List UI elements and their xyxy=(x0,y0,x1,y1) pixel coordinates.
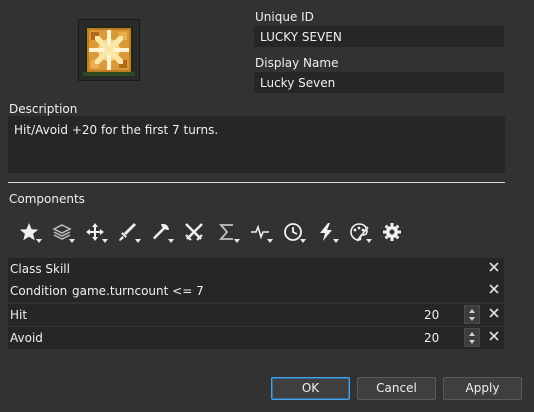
toolbar-base-button[interactable] xyxy=(16,218,46,246)
component-row-class-skill: Class Skill xyxy=(8,258,504,280)
dropdown-arrow-icon xyxy=(36,239,42,243)
dropdown-arrow-icon xyxy=(135,239,141,243)
spin-up-icon[interactable] xyxy=(469,332,475,336)
dropdown-arrow-icon xyxy=(366,239,372,243)
toolbar-axe-button[interactable] xyxy=(148,218,178,246)
cancel-button[interactable]: Cancel xyxy=(357,377,436,400)
close-icon[interactable] xyxy=(486,326,502,346)
crossed-swords-icon xyxy=(185,223,203,241)
spin-up-icon[interactable] xyxy=(469,309,475,313)
toolbar-layers-button[interactable] xyxy=(49,218,79,246)
toolbar-weapon-button[interactable] xyxy=(115,218,145,246)
hit-spinner[interactable] xyxy=(464,305,480,324)
avoid-spinner[interactable] xyxy=(464,328,480,347)
close-icon[interactable] xyxy=(486,303,502,323)
toolbar-status-button[interactable] xyxy=(247,218,277,246)
component-row-avoid: Avoid 20 xyxy=(8,327,504,349)
display-name-label: Display Name xyxy=(255,56,339,70)
skill-editor: Unique ID LUCKY SEVEN Display Name Lucky… xyxy=(0,0,534,412)
dropdown-arrow-icon xyxy=(234,239,240,243)
toolbar-aesthetic-button[interactable] xyxy=(346,218,376,246)
skill-icon[interactable] xyxy=(78,19,140,81)
spin-down-icon[interactable] xyxy=(469,317,475,321)
condition-input[interactable]: game.turncount <= 7 xyxy=(72,284,204,298)
display-name-field[interactable]: Lucky Seven xyxy=(254,72,504,93)
component-name: Hit xyxy=(10,308,28,322)
component-row-hit: Hit 20 xyxy=(8,304,504,326)
dropdown-arrow-icon xyxy=(300,239,306,243)
spin-down-icon[interactable] xyxy=(469,340,475,344)
component-name: Avoid xyxy=(10,331,43,345)
apply-button[interactable]: Apply xyxy=(443,377,522,400)
component-name: Condition xyxy=(10,284,68,298)
dropdown-arrow-icon xyxy=(333,239,339,243)
unique-id-field[interactable]: LUCKY SEVEN xyxy=(254,26,504,47)
description-label: Description xyxy=(9,102,78,116)
ok-button[interactable]: OK xyxy=(271,377,350,400)
dropdown-arrow-icon xyxy=(168,239,174,243)
component-name: Class Skill xyxy=(10,262,70,276)
toolbar-movement-button[interactable] xyxy=(82,218,112,246)
section-divider xyxy=(8,182,505,183)
toolbar-combat-button[interactable] xyxy=(181,218,211,246)
toolbar-time-button[interactable] xyxy=(280,218,310,246)
component-row-condition: Condition game.turncount <= 7 xyxy=(8,280,504,302)
unique-id-label: Unique ID xyxy=(255,10,314,24)
avoid-value-input[interactable]: 20 xyxy=(424,331,439,345)
toolbar-advanced-button[interactable] xyxy=(379,218,409,246)
hit-value-input[interactable]: 20 xyxy=(424,308,439,322)
description-textarea[interactable]: Hit/Avoid +20 for the first 7 turns. xyxy=(8,116,505,173)
sparkle-skill-icon xyxy=(83,26,135,76)
components-label: Components xyxy=(9,192,85,206)
close-icon[interactable] xyxy=(486,257,502,277)
close-icon[interactable] xyxy=(486,279,502,299)
gear-icon xyxy=(383,223,401,241)
toolbar-charge-button[interactable] xyxy=(313,218,343,246)
dropdown-arrow-icon xyxy=(102,239,108,243)
dropdown-arrow-icon xyxy=(69,239,75,243)
toolbar-formula-button[interactable] xyxy=(214,218,244,246)
dropdown-arrow-icon xyxy=(267,239,273,243)
